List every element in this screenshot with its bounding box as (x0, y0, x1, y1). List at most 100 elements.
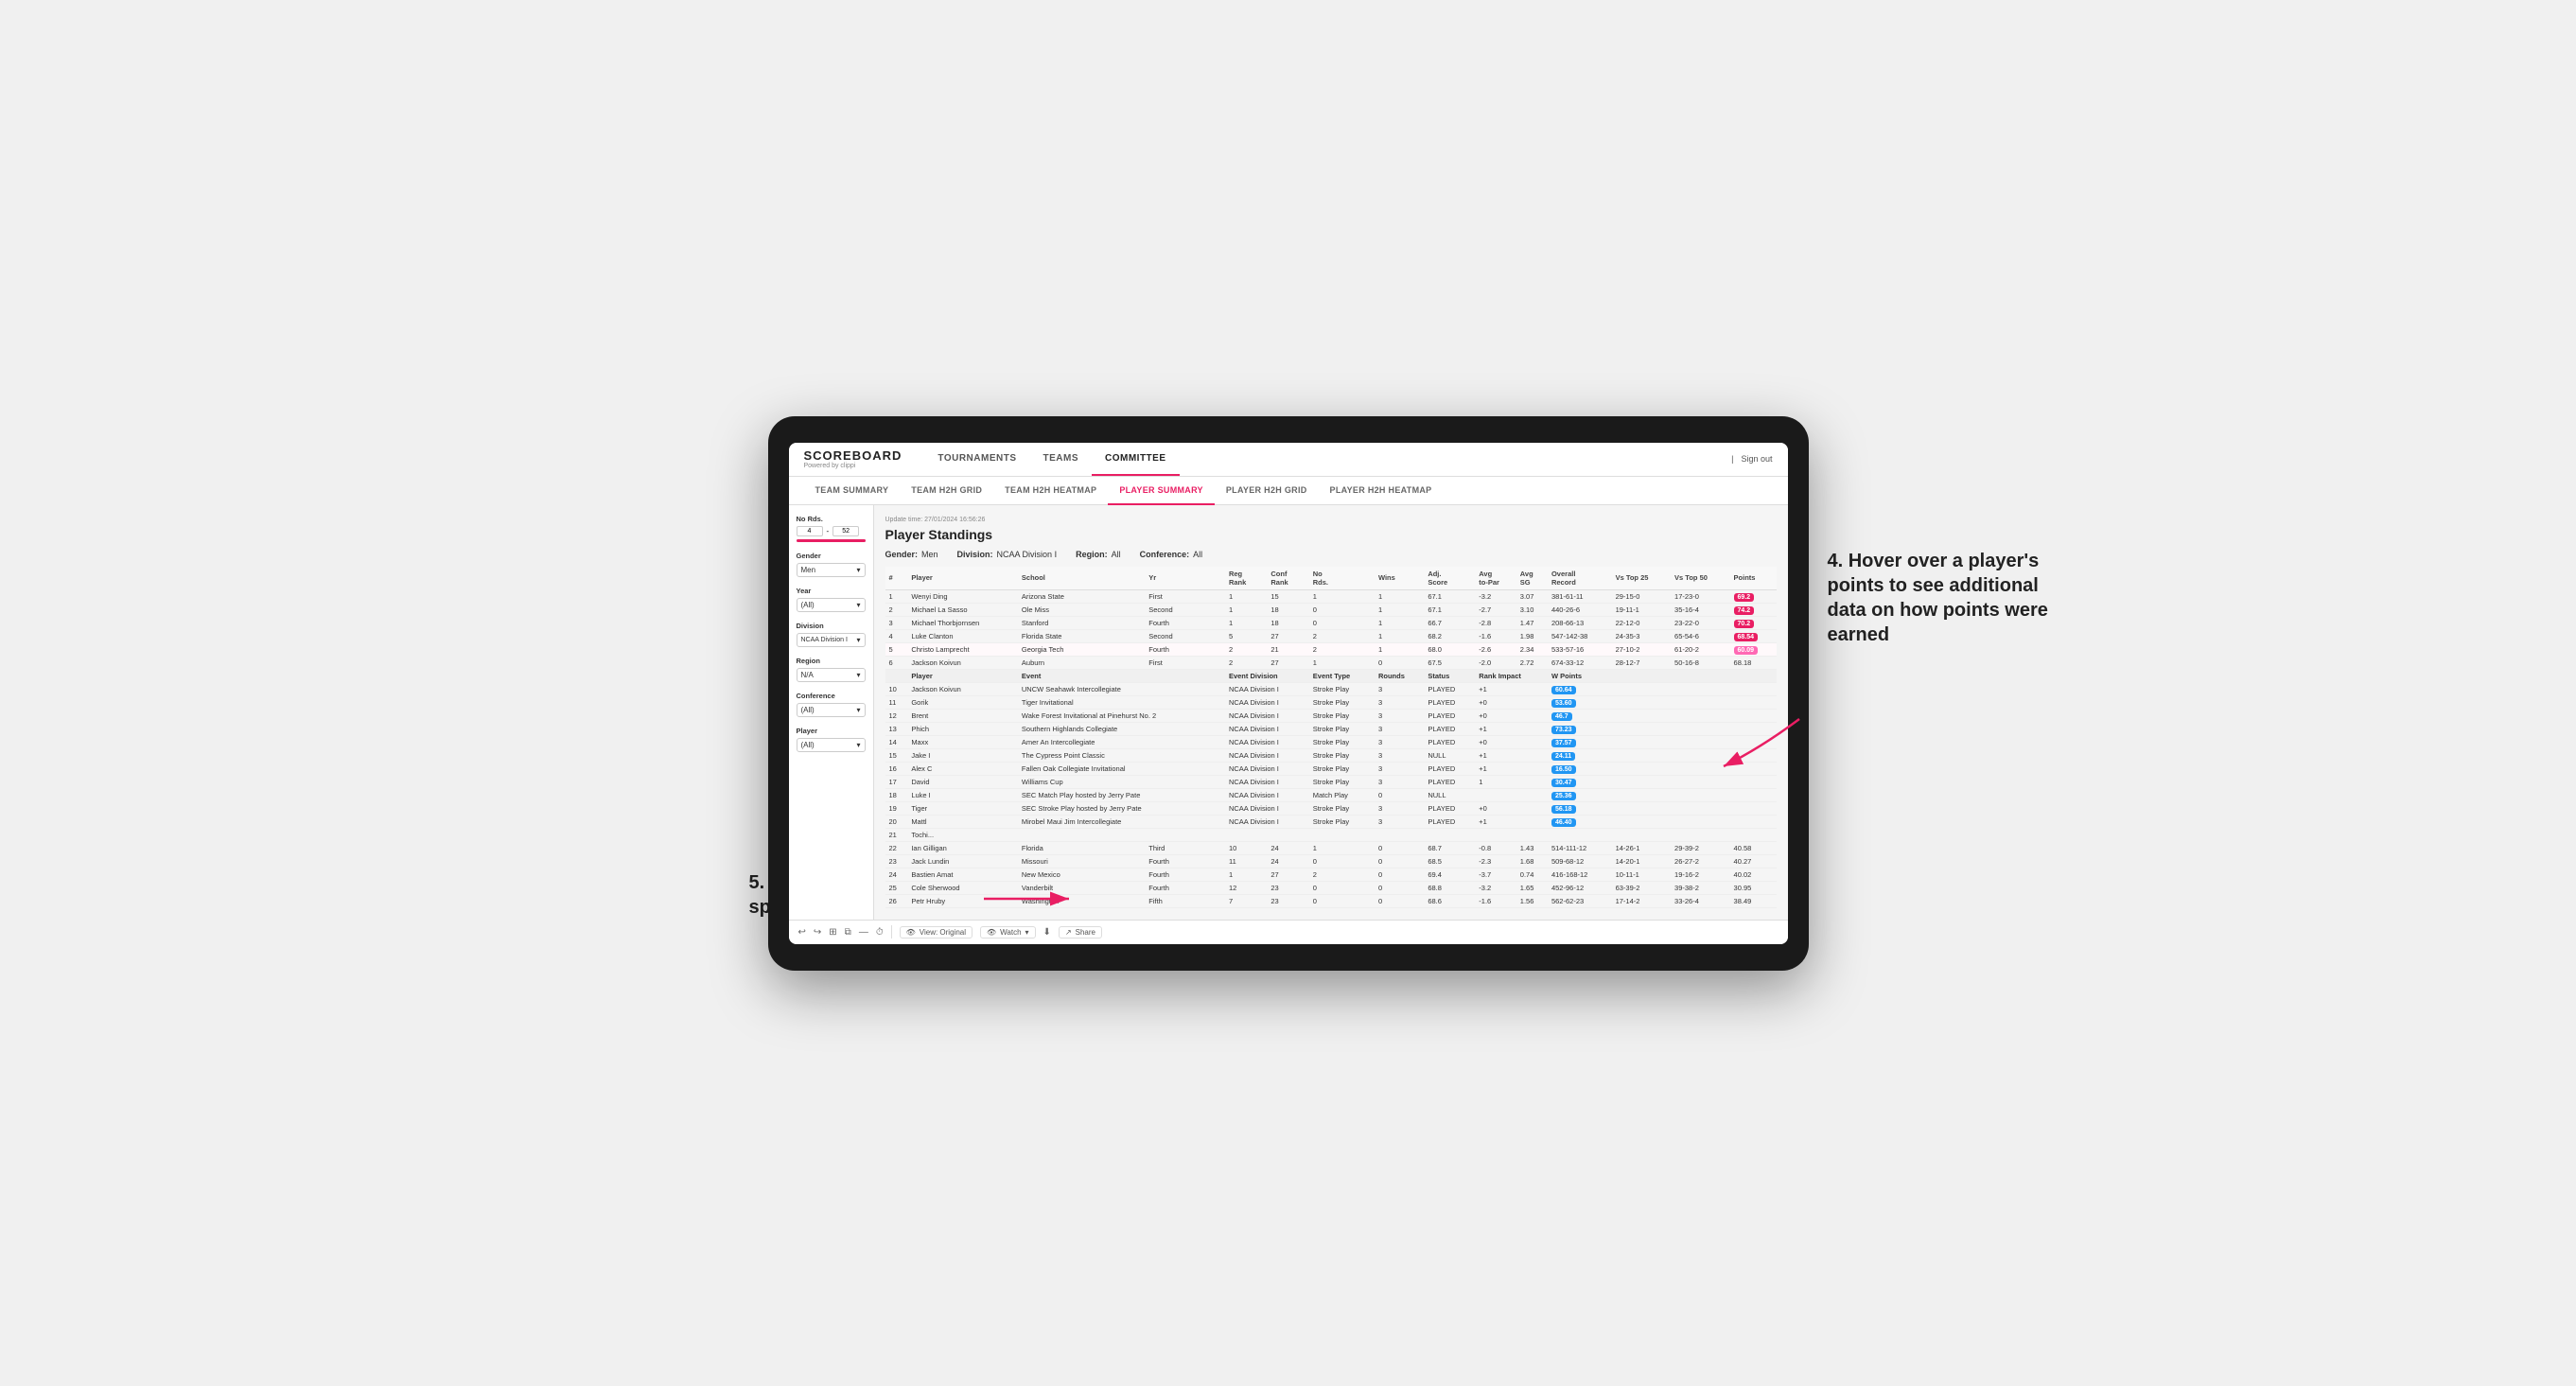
sub-tab-team-h2h-grid[interactable]: TEAM H2H GRID (900, 477, 993, 505)
region-section: Region N/A ▾ (797, 657, 866, 682)
sub-tab-player-h2h-grid[interactable]: PLAYER H2H GRID (1215, 477, 1319, 505)
event-points-badge[interactable]: 73.23 (1551, 726, 1576, 734)
gender-filter: Gender: Men (885, 550, 938, 559)
event-row: 12 Brent Wake Forest Invitational at Pin… (885, 709, 1777, 722)
col-vs-top25: Vs Top 25 (1612, 567, 1671, 590)
event-points-badge[interactable]: 24.11 (1551, 752, 1575, 761)
division-select[interactable]: NCAA Division I ▾ (797, 633, 866, 647)
event-points-badge[interactable]: 46.7 (1551, 712, 1572, 721)
no-rds-label: No Rds. (797, 515, 866, 523)
chevron-down-icon: ▾ (856, 601, 860, 609)
points-badge[interactable]: 69.2 (1734, 593, 1755, 602)
player-label: Player (797, 727, 866, 735)
event-points-badge[interactable]: 60.64 (1551, 686, 1576, 694)
gender-section: Gender Men ▾ (797, 552, 866, 577)
event-row: 10 Jackson Koivun UNCW Seahawk Intercoll… (885, 682, 1777, 695)
division-filter: Division: NCAA Division I (957, 550, 1058, 559)
col-vs-top50: Vs Top 50 (1671, 567, 1729, 590)
points-badge[interactable]: 70.2 (1734, 620, 1755, 628)
chevron-down-icon: ▾ (856, 566, 860, 574)
region-select[interactable]: N/A ▾ (797, 668, 866, 682)
col-yr: Yr (1145, 567, 1225, 590)
year-label: Year (797, 587, 866, 595)
grid-icon[interactable]: ⊞ (829, 927, 836, 938)
sub-tab-player-h2h-heatmap[interactable]: PLAYER H2H HEATMAP (1319, 477, 1444, 505)
gender-label: Gender (797, 552, 866, 560)
view-icon: 👁 (906, 928, 916, 937)
event-row: 16 Alex C Fallen Oak Collegiate Invitati… (885, 762, 1777, 775)
points-badge[interactable]: 68.54 (1734, 633, 1759, 641)
scene: 5. Option to compare specific players 4.… (768, 416, 1809, 971)
logo-area: SCOREBOARD Powered by clippi (804, 448, 902, 469)
event-row: 13 Phich Southern Highlands Collegiate N… (885, 722, 1777, 735)
gender-select[interactable]: Men ▾ (797, 563, 866, 577)
view-original-button[interactable]: 👁 View: Original (900, 926, 973, 939)
col-points: Points (1730, 567, 1777, 590)
points-badge-highlighted[interactable]: 60.09 (1734, 646, 1759, 655)
region-filter: Region: All (1076, 550, 1121, 559)
nav-tab-committee[interactable]: COMMITTEE (1092, 443, 1180, 477)
content-area: Update time: 27/01/2024 16:56:26 Player … (874, 505, 1788, 920)
copy-icon[interactable]: ⧉ (845, 927, 851, 938)
col-conf-rank: ConfRank (1267, 567, 1308, 590)
sign-out-button[interactable]: Sign out (1741, 454, 1772, 464)
event-points-badge[interactable]: 53.60 (1551, 699, 1576, 708)
undo-icon[interactable]: ↩ (798, 927, 806, 938)
filters-row: Gender: Men Division: NCAA Division I Re… (885, 550, 1777, 559)
chevron-down-icon: ▾ (856, 671, 860, 679)
redo-icon[interactable]: ↪ (814, 927, 821, 938)
year-select[interactable]: (All) ▾ (797, 598, 866, 612)
points-badge[interactable]: 74.2 (1734, 606, 1755, 615)
sub-tab-player-summary[interactable]: PLAYER SUMMARY (1108, 477, 1215, 505)
conference-select[interactable]: (All) ▾ (797, 703, 866, 717)
nav-tab-teams[interactable]: TEAMS (1030, 443, 1093, 477)
table-row: 1 Wenyi Ding Arizona State First 1 15 1 … (885, 589, 1777, 603)
player-select[interactable]: (All) ▾ (797, 738, 866, 752)
table-header-row: # Player School Yr RegRank ConfRank NoRd… (885, 567, 1777, 590)
table-row: 2 Michael La Sasso Ole Miss Second 1 18 … (885, 603, 1777, 616)
no-rds-slider[interactable] (797, 539, 866, 542)
sub-tab-team-h2h-heatmap[interactable]: TEAM H2H HEATMAP (993, 477, 1108, 505)
col-no-rds: NoRds. (1309, 567, 1375, 590)
col-player: Player (907, 567, 1018, 590)
sub-nav: TEAM SUMMARY TEAM H2H GRID TEAM H2H HEAT… (789, 477, 1788, 505)
event-points-badge[interactable]: 25.36 (1551, 792, 1576, 800)
event-points-badge[interactable]: 46.40 (1551, 818, 1576, 827)
watch-button[interactable]: 👁 Watch ▾ (980, 926, 1036, 939)
event-sub-header-row: Player Event Event Division Event Type R… (885, 669, 1777, 682)
col-wins: Wins (1375, 567, 1424, 590)
download-icon[interactable]: ⬇ (1043, 927, 1051, 938)
table-row: 22 Ian Gilligan Florida Third 10 24 1 0 … (885, 841, 1777, 854)
share-button[interactable]: ↗ Share (1059, 926, 1102, 939)
no-rds-section: No Rds. - (797, 515, 866, 542)
main-content: No Rds. - Gender Men (789, 505, 1788, 920)
col-school: School (1018, 567, 1145, 590)
no-rds-to-input[interactable] (832, 526, 859, 536)
standings-table: # Player School Yr RegRank ConfRank NoRd… (885, 567, 1777, 908)
sidebar: No Rds. - Gender Men (789, 505, 874, 920)
sub-tab-team-summary[interactable]: TEAM SUMMARY (804, 477, 901, 505)
clock-icon[interactable]: ⏱ (876, 927, 884, 938)
col-overall: OverallRecord (1548, 567, 1612, 590)
conference-section: Conference (All) ▾ (797, 692, 866, 717)
event-row: 19 Tiger SEC Stroke Play hosted by Jerry… (885, 801, 1777, 815)
col-reg-rank: RegRank (1225, 567, 1267, 590)
no-rds-from-input[interactable] (797, 526, 823, 536)
table-row: 6 Jackson Koivun Auburn First 2 27 1 0 6… (885, 656, 1777, 669)
event-points-badge[interactable]: 30.47 (1551, 779, 1576, 787)
event-points-badge[interactable]: 37.57 (1551, 739, 1576, 747)
table-row-highlighted: 5 Christo Lamprecht Georgia Tech Fourth … (885, 642, 1777, 656)
app-header: SCOREBOARD Powered by clippi TOURNAMENTS… (789, 443, 1788, 477)
app-logo: SCOREBOARD (804, 448, 902, 463)
region-label: Region (797, 657, 866, 665)
table-row: 23 Jack Lundin Missouri Fourth 11 24 0 0… (885, 854, 1777, 868)
table-row: 26 Petr Hruby Washington Fifth 7 23 0 0 … (885, 894, 1777, 907)
update-time: Update time: 27/01/2024 16:56:26 (885, 517, 1777, 523)
event-points-badge[interactable]: 56.18 (1551, 805, 1576, 814)
col-avg-sg: AvgSG (1516, 567, 1548, 590)
footer-bar: ↩ ↪ ⊞ ⧉ — ⏱ 👁 View: Original 👁 Watch ▾ ⬇ (789, 920, 1788, 944)
share-icon: ↗ (1065, 928, 1072, 937)
event-points-badge[interactable]: 16.50 (1551, 765, 1576, 774)
nav-tab-tournaments[interactable]: TOURNAMENTS (924, 443, 1029, 477)
col-adj-score: Adj.Score (1424, 567, 1475, 590)
